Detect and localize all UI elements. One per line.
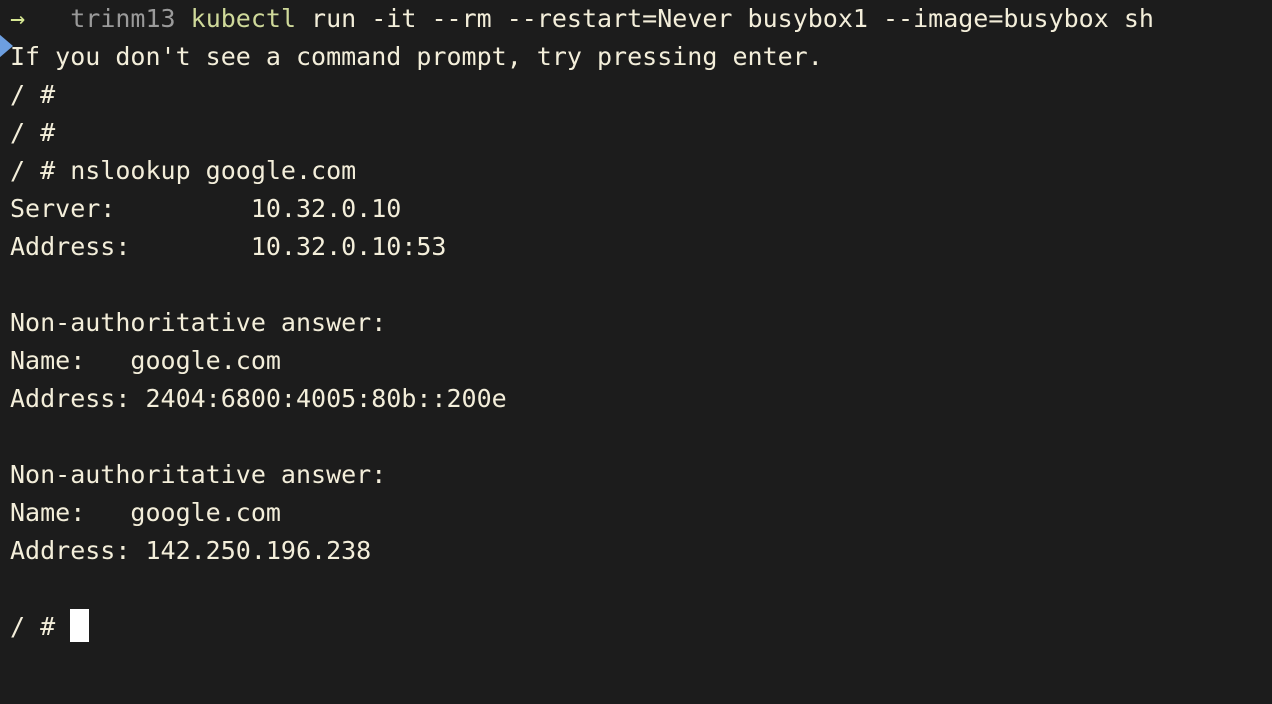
terminal-line-address-ipv6: Address: 2404:6800:4005:80b::200e: [10, 384, 507, 413]
prompt-arrow-icon: →: [10, 4, 26, 33]
terminal-line-command: → trinm13 kubectl run -it --rm --restart…: [0, 0, 1272, 58]
terminal-line-name: Name: google.com: [10, 346, 281, 375]
terminal-line-active-prompt[interactable]: / #: [10, 608, 1272, 646]
terminal-line-server: Server: 10.32.0.10: [10, 194, 402, 223]
terminal-line-prompt: / #: [10, 118, 56, 147]
command-args: run -it --rm --restart=Never busybox1 --…: [296, 4, 1154, 33]
terminal-window[interactable]: → trinm13 kubectl run -it --rm --restart…: [0, 0, 1272, 704]
prompt-gap: [25, 4, 70, 33]
terminal-line-prompt: / #: [10, 80, 56, 109]
terminal-line-name: Name: google.com: [10, 498, 281, 527]
terminal-line-address-ipv4: Address: 142.250.196.238: [10, 536, 372, 565]
terminal-screen[interactable]: → trinm13 kubectl run -it --rm --restart…: [0, 0, 1272, 646]
active-prompt-label: / #: [10, 612, 71, 641]
command-name: kubectl: [190, 4, 296, 33]
terminal-line-server-address: Address: 10.32.0.10:53: [10, 232, 447, 261]
text-cursor[interactable]: [70, 609, 90, 642]
terminal-line-output: If you don't see a command prompt, try p…: [10, 42, 823, 71]
prompt-host-label: trinm13: [70, 4, 176, 33]
terminal-line-nonauth-header: Non-authoritative answer:: [10, 460, 387, 489]
terminal-line-nonauth-header: Non-authoritative answer:: [10, 308, 387, 337]
terminal-line-nslookup-command: / # nslookup google.com: [10, 156, 357, 185]
